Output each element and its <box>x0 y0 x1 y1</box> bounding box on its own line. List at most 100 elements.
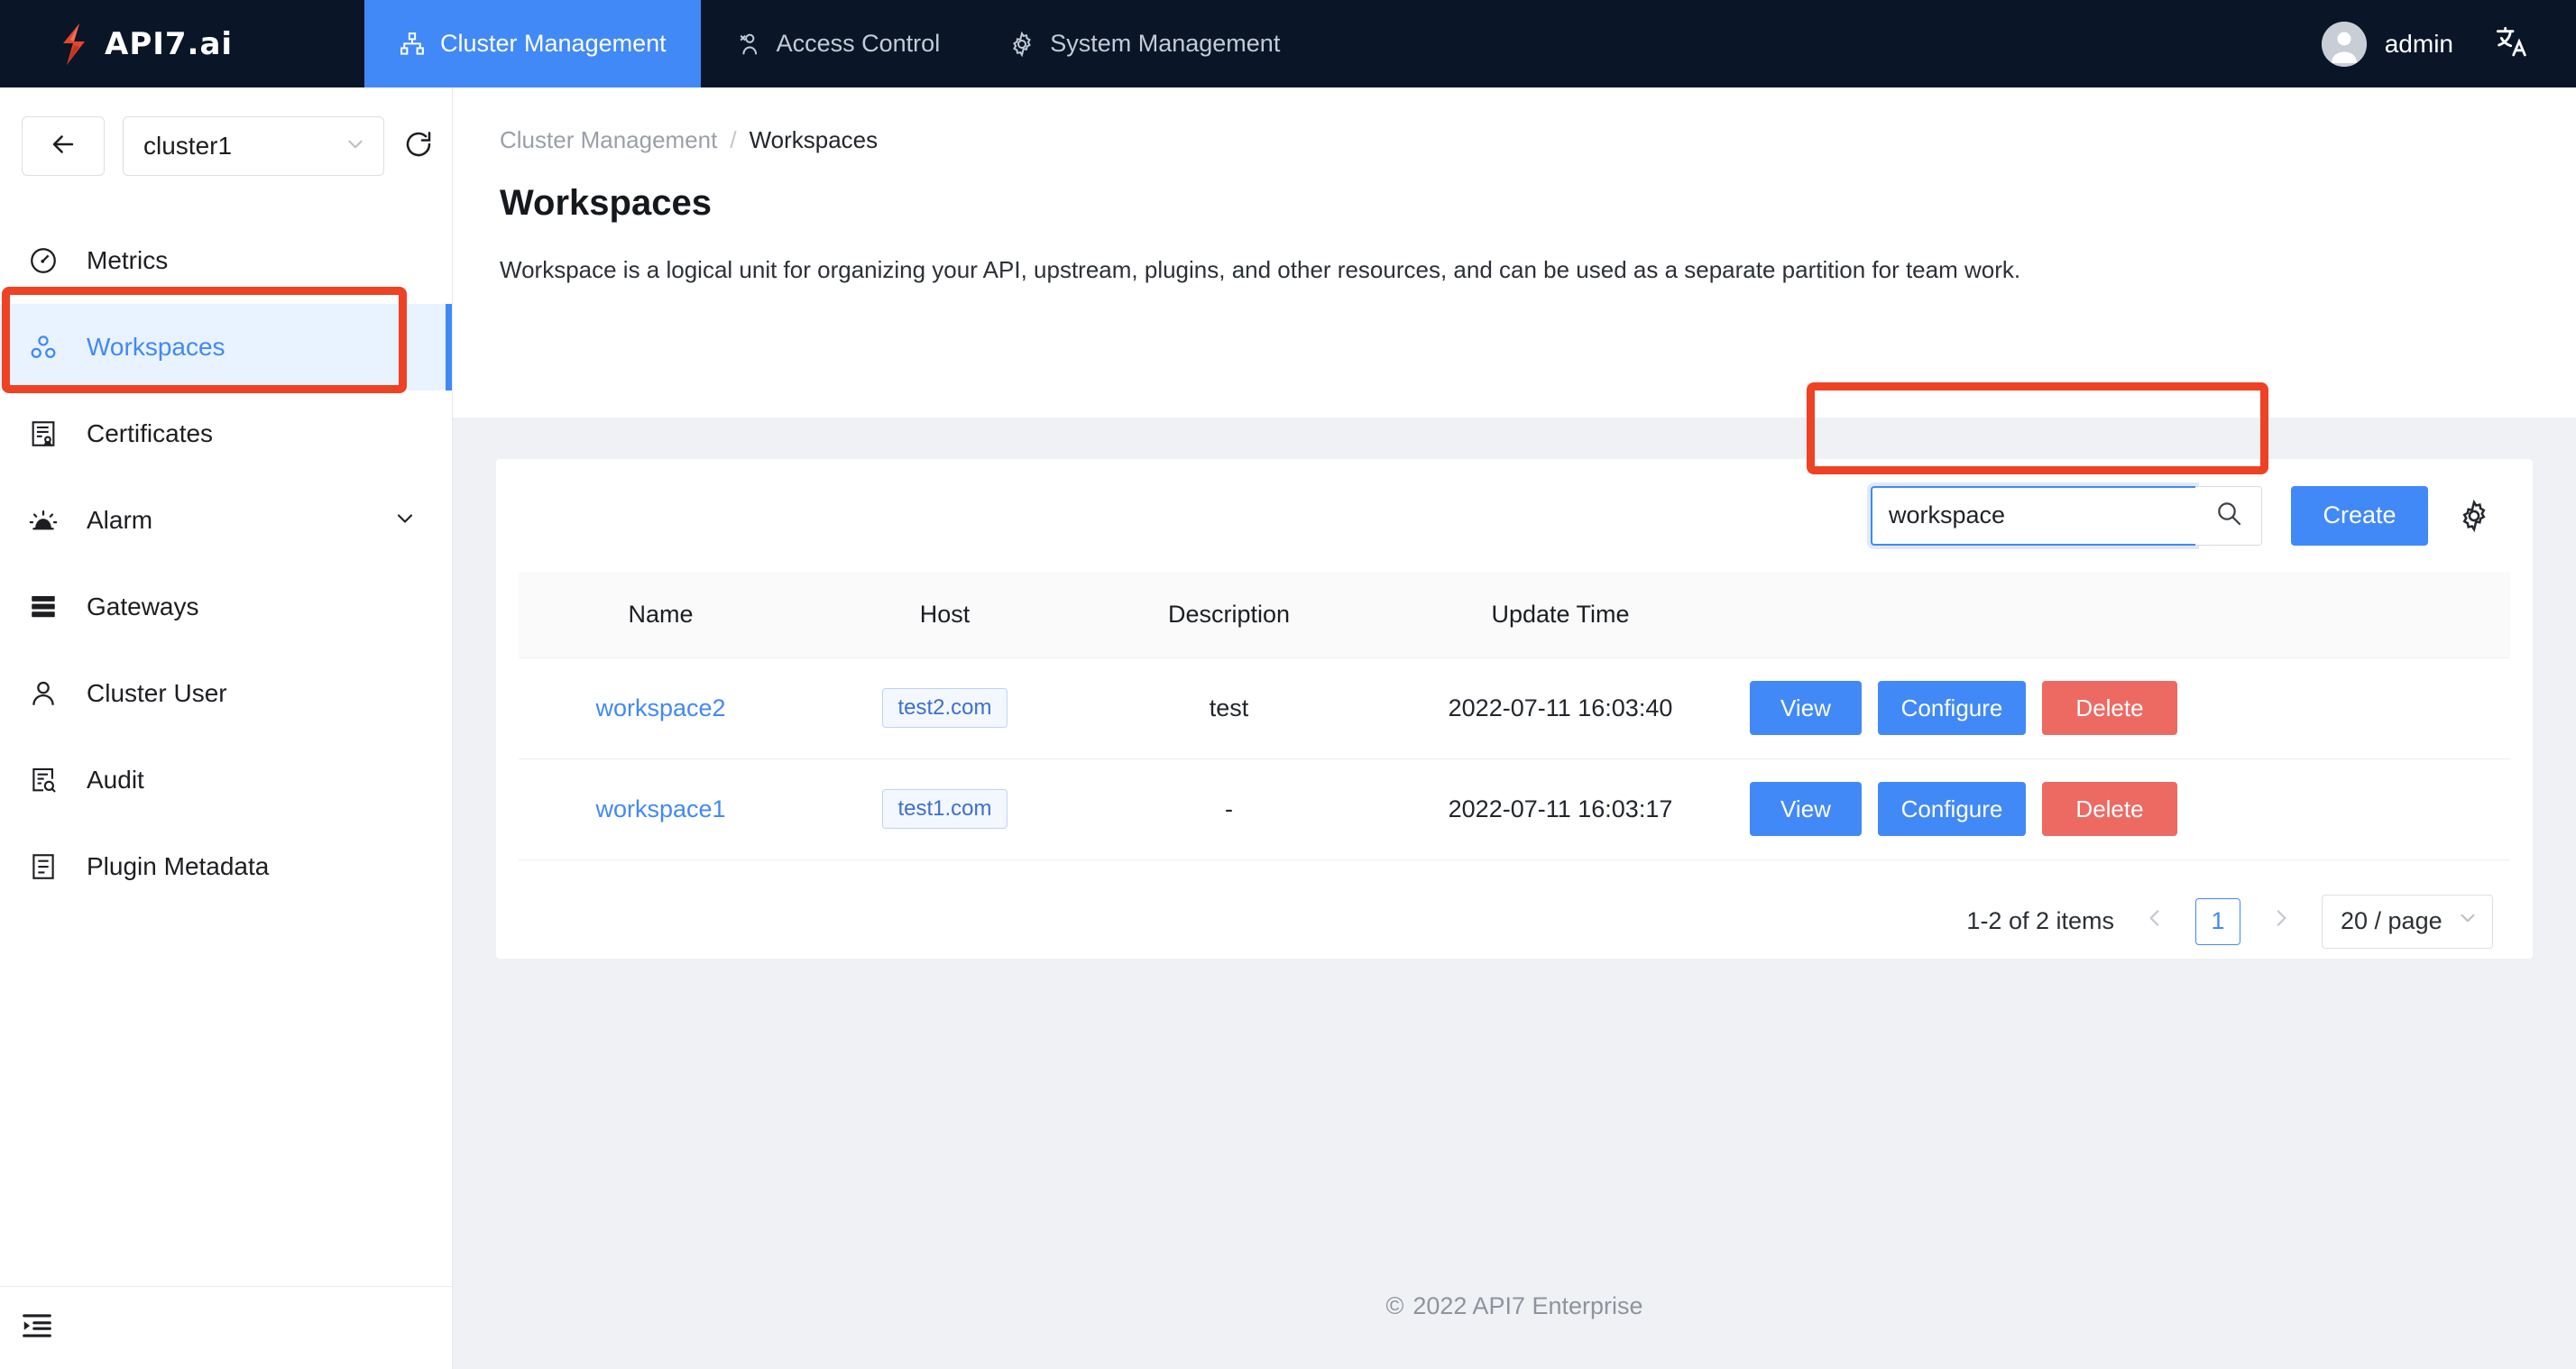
sidebar-item-gateways[interactable]: Gateways <box>0 564 452 650</box>
cell-name: workspace2 <box>519 657 803 759</box>
row-actions: View Configure Delete <box>1750 681 2510 735</box>
user-name: admin <box>2384 29 2453 58</box>
copyright-icon: © <box>1385 1291 1404 1319</box>
alarm-bell-icon <box>27 504 60 537</box>
search-button[interactable] <box>2195 485 2262 546</box>
server-rack-icon <box>27 591 60 623</box>
sitemap-icon <box>399 31 426 58</box>
page-size-select[interactable]: 20 / page <box>2322 894 2493 949</box>
sidebar-nav: Metrics Workspaces Certificates Alarm Ga… <box>0 217 452 910</box>
workspace-link[interactable]: workspace2 <box>595 694 725 721</box>
cell-update-time: 2022-07-11 16:03:40 <box>1371 657 1750 759</box>
sidebar-item-label: Audit <box>87 766 144 794</box>
search-group <box>1871 485 2262 546</box>
table-row: workspace1 test1.com - 2022-07-11 16:03:… <box>519 758 2510 860</box>
chevron-right-icon[interactable] <box>2264 906 2298 937</box>
chevron-left-icon[interactable] <box>2138 906 2172 937</box>
chevron-down-icon <box>344 133 367 161</box>
sidebar-item-label: Cluster User <box>87 679 227 707</box>
breadcrumb-parent[interactable]: Cluster Management <box>500 126 717 154</box>
view-button[interactable]: View <box>1750 681 1862 735</box>
delete-button[interactable]: Delete <box>2042 681 2177 735</box>
api7-lightning-logo-icon <box>54 23 92 65</box>
chevron-down-icon <box>2456 906 2479 936</box>
plugin-list-icon <box>27 850 60 883</box>
topnav-label: Cluster Management <box>440 30 667 57</box>
sidebar-item-audit[interactable]: Audit <box>0 737 452 823</box>
table-row: workspace2 test2.com test 2022-07-11 16:… <box>519 657 2510 759</box>
footer-text: 2022 API7 Enterprise <box>1412 1291 1643 1319</box>
topnav-item-access-control[interactable]: Access Control <box>701 0 975 87</box>
cell-host: test1.com <box>803 758 1087 860</box>
page-title: Workspaces <box>500 183 712 223</box>
pagination-summary: 1-2 of 2 items <box>1966 907 2114 934</box>
audit-search-icon <box>27 764 60 796</box>
page-description: Workspace is a logical unit for organizi… <box>500 256 2021 283</box>
column-header-name: Name <box>519 572 803 658</box>
refresh-icon <box>402 128 435 165</box>
workspaces-table: Name Host Description Update Time worksp… <box>519 572 2510 860</box>
chevron-down-icon[interactable] <box>392 506 418 536</box>
workspaces-card: Create Name Host Description <box>496 459 2533 959</box>
cell-actions: View Configure Delete <box>1750 758 2510 860</box>
cell-description: - <box>1087 758 1371 860</box>
topnav-label: Access Control <box>776 30 941 57</box>
sidebar-item-workspaces[interactable]: Workspaces <box>0 304 452 390</box>
arrow-left-icon <box>48 129 78 164</box>
main-content: Cluster Management / Workspaces Workspac… <box>453 87 2576 1369</box>
refresh-button[interactable] <box>402 128 435 165</box>
top-navigation: Cluster Management Access Control System… <box>364 0 1314 87</box>
translate-icon[interactable] <box>2493 23 2529 65</box>
sidebar-item-alarm[interactable]: Alarm <box>0 477 452 564</box>
sidebar-item-cluster-user[interactable]: Cluster User <box>0 650 452 737</box>
configure-button[interactable]: Configure <box>1878 681 2026 735</box>
gauge-icon <box>27 244 60 277</box>
host-tag: test2.com <box>882 688 1007 728</box>
breadcrumb: Cluster Management / Workspaces <box>453 87 2576 154</box>
menu-collapse-icon[interactable] <box>20 1309 54 1347</box>
page-size-value: 20 / page <box>2341 907 2443 934</box>
pagination-page-1[interactable]: 1 <box>2195 897 2240 945</box>
breadcrumb-current: Workspaces <box>749 126 879 153</box>
column-header-actions <box>1750 572 2510 658</box>
top-bar: API7.ai Cluster Management Access Contro… <box>0 0 2576 87</box>
cluster-switcher-row: cluster1 <box>0 87 452 176</box>
sidebar-item-metrics[interactable]: Metrics <box>0 217 452 304</box>
gear-icon <box>1008 31 1035 58</box>
cell-host: test2.com <box>803 657 1087 759</box>
brand-name: API7.ai <box>105 25 234 62</box>
host-tag: test1.com <box>882 789 1007 829</box>
topnav-item-cluster-management[interactable]: Cluster Management <box>364 0 701 87</box>
sidebar-item-label: Plugin Metadata <box>87 852 270 880</box>
sidebar-item-label: Workspaces <box>87 333 225 361</box>
configure-button[interactable]: Configure <box>1878 782 2026 836</box>
topnav-label: System Management <box>1050 30 1281 57</box>
user-icon <box>27 677 60 710</box>
workspaces-icon <box>27 331 60 363</box>
search-input[interactable] <box>1871 485 2195 546</box>
delete-button[interactable]: Delete <box>2042 782 2177 836</box>
sidebar-item-certificates[interactable]: Certificates <box>0 390 452 477</box>
user-menu[interactable]: admin <box>2321 21 2453 67</box>
top-bar-right: admin <box>2321 0 2576 87</box>
user-group-icon <box>735 31 762 58</box>
sidebar-item-plugin-metadata[interactable]: Plugin Metadata <box>0 823 452 910</box>
brand-logo[interactable]: API7.ai <box>0 0 364 87</box>
sidebar-footer <box>0 1286 452 1369</box>
back-button[interactable] <box>22 116 105 176</box>
app-root: API7.ai Cluster Management Access Contro… <box>0 0 2576 1369</box>
workspace-link[interactable]: workspace1 <box>595 795 725 822</box>
cell-actions: View Configure Delete <box>1750 657 2510 759</box>
certificate-icon <box>27 418 60 450</box>
column-header-description: Description <box>1087 572 1371 658</box>
topnav-item-system-management[interactable]: System Management <box>974 0 1314 87</box>
user-avatar-icon <box>2321 21 2367 67</box>
sidebar-item-label: Alarm <box>87 506 153 534</box>
table-settings-gear-icon[interactable] <box>2457 499 2491 533</box>
search-icon <box>2214 499 2243 532</box>
cell-name: workspace1 <box>519 758 803 860</box>
cluster-select[interactable]: cluster1 <box>123 116 384 176</box>
view-button[interactable]: View <box>1750 782 1862 836</box>
cell-description: test <box>1087 657 1371 759</box>
create-button[interactable]: Create <box>2291 485 2428 546</box>
